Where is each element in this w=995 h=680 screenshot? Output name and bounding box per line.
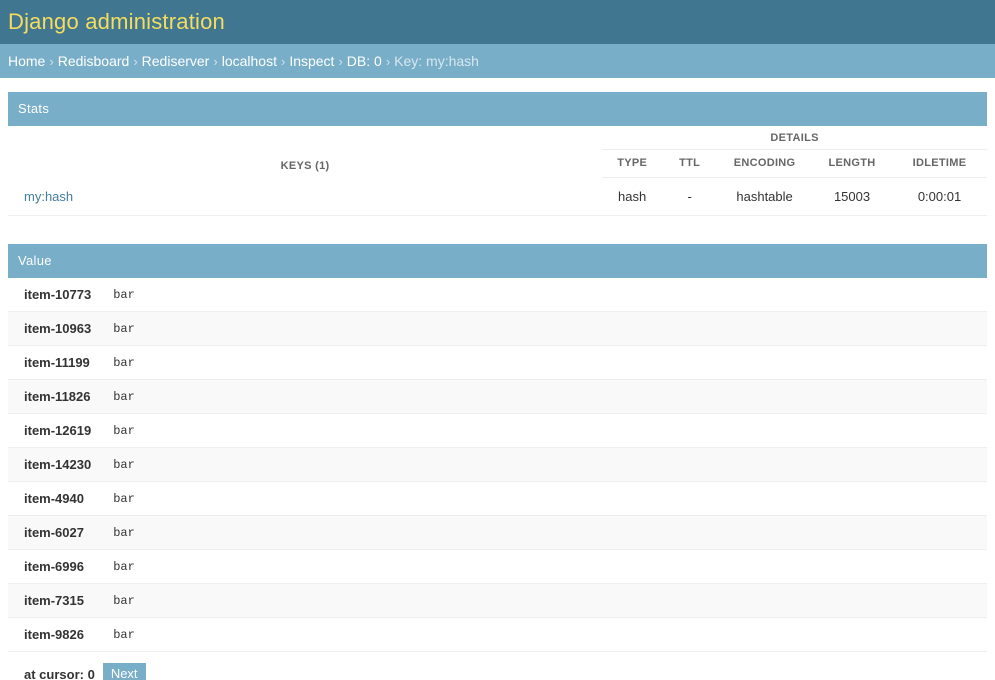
value-row: item-12619 bar: [8, 413, 987, 449]
site-title: Django administration: [8, 9, 225, 34]
stats-table-body: my:hash hash - hashtable 15003 0:00:01: [8, 177, 987, 217]
breadcrumb-separator: ›: [213, 53, 218, 69]
stats-column-keys: KEYS (1): [8, 126, 603, 178]
value-field-name: item-12619: [8, 413, 98, 449]
value-field-value: bar: [97, 549, 987, 585]
stats-header-group-row: KEYS (1) DETAILS: [8, 126, 987, 178]
stats-column-details: DETAILS: [602, 126, 987, 151]
site-header: Django administration: [0, 0, 995, 44]
value-row: item-10963 bar: [8, 311, 987, 347]
stats-row: my:hash hash - hashtable 15003 0:00:01: [8, 177, 987, 217]
stats-column-type: TYPE: [602, 149, 663, 179]
value-row: item-6027 bar: [8, 515, 987, 551]
breadcrumb-item-rediserver[interactable]: Rediserver: [142, 53, 210, 69]
value-field-value: bar: [97, 345, 987, 381]
breadcrumb-item-redisboard[interactable]: Redisboard: [58, 53, 130, 69]
value-row: item-14230 bar: [8, 447, 987, 483]
value-field-value: bar: [97, 278, 987, 313]
value-row: item-11199 bar: [8, 345, 987, 381]
value-field-value: bar: [97, 311, 987, 347]
stats-table-head: KEYS (1) DETAILS TYPE TTL ENCODING LENGT…: [8, 126, 987, 179]
breadcrumb-item-home[interactable]: Home: [8, 53, 45, 69]
value-module: Value item-10773 bar item-10963 bar item-111…: [8, 244, 987, 653]
value-table-body: item-10773 bar item-10963 bar item-11199 bar i…: [8, 278, 987, 653]
value-field-name: item-7315: [8, 583, 98, 619]
breadcrumb-item-key-my-hash: Key: my:hash: [394, 53, 479, 69]
stats-module-title: Stats: [8, 92, 987, 127]
breadcrumb-separator: ›: [133, 53, 138, 69]
breadcrumb-separator: ›: [338, 53, 343, 69]
stats-ttl-cell: -: [662, 177, 718, 217]
stats-encoding-cell: hashtable: [717, 177, 813, 217]
breadcrumb-separator: ›: [385, 53, 391, 69]
breadcrumb-separator: ›: [49, 53, 54, 69]
value-row: item-10773 bar: [8, 278, 987, 313]
breadcrumb-separator: ›: [280, 53, 286, 69]
value-field-name: item-6027: [8, 515, 98, 551]
key-link[interactable]: my:hash: [24, 189, 73, 204]
stats-column-length: LENGTH: [812, 149, 892, 179]
stats-key-cell: my:hash: [8, 177, 603, 217]
value-field-name: item-10963: [8, 311, 98, 347]
value-field-value: bar: [97, 413, 987, 449]
value-field-name: item-6996: [8, 549, 98, 585]
value-row: item-11826 bar: [8, 379, 987, 415]
stats-column-encoding: ENCODING: [717, 149, 813, 179]
cursor-label: at cursor: 0: [24, 667, 95, 680]
stats-column-idletime: IDLETIME: [892, 149, 987, 179]
value-field-name: item-11199: [8, 345, 98, 381]
value-field-value: bar: [97, 481, 987, 517]
stats-column-ttl: TTL: [662, 149, 718, 179]
value-row: item-4940 bar: [8, 481, 987, 517]
value-field-name: item-10773: [8, 278, 98, 313]
breadcrumb: Home › Redisboard › Rediserver › localhost › Ins…: [0, 44, 995, 78]
breadcrumb-item-localhost[interactable]: localhost: [222, 53, 277, 69]
value-field-name: item-11826: [8, 379, 98, 415]
value-module-title: Value: [8, 244, 987, 279]
value-row: item-9826 bar: [8, 617, 987, 653]
stats-module: Stats KEYS (1) DETAILS TYPE TTL ENCODING…: [8, 92, 987, 217]
breadcrumb-item-inspect[interactable]: Inspect: [289, 53, 334, 69]
value-field-value: bar: [97, 515, 987, 551]
value-field-name: item-9826: [8, 617, 98, 653]
stats-table: KEYS (1) DETAILS TYPE TTL ENCODING LENGT…: [8, 126, 987, 217]
stats-idletime-cell: 0:00:01: [892, 177, 987, 217]
stats-length-cell: 15003: [812, 177, 892, 217]
value-field-value: bar: [97, 447, 987, 483]
main-content: Stats KEYS (1) DETAILS TYPE TTL ENCODING…: [0, 92, 995, 680]
cursor-bar: at cursor: 0 Next: [8, 652, 987, 680]
value-field-name: item-14230: [8, 447, 98, 483]
breadcrumb-item-db-0[interactable]: DB: 0: [347, 53, 382, 69]
value-row: item-7315 bar: [8, 583, 987, 619]
value-row: item-6996 bar: [8, 549, 987, 585]
value-table: item-10773 bar item-10963 bar item-11199 bar i…: [8, 278, 987, 653]
next-button[interactable]: Next: [102, 663, 146, 680]
value-field-value: bar: [97, 379, 987, 415]
value-field-name: item-4940: [8, 481, 98, 517]
value-field-value: bar: [97, 583, 987, 619]
stats-type-cell: hash: [602, 177, 663, 217]
value-field-value: bar: [97, 617, 987, 653]
